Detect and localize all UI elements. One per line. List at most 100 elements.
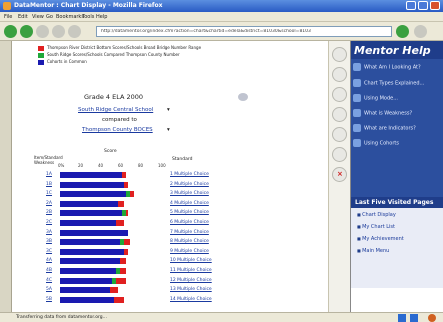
bar-segment bbox=[60, 268, 116, 274]
menu-help[interactable]: Help bbox=[96, 14, 107, 20]
help-item[interactable]: What are Indicators? bbox=[353, 124, 443, 134]
axis-tick-label: 60 bbox=[118, 163, 124, 168]
menu-edit[interactable]: Edit bbox=[18, 14, 28, 20]
item-link[interactable]: 2C bbox=[46, 220, 52, 225]
school-link[interactable]: South Ridge Central School bbox=[78, 107, 153, 113]
cursor-icon bbox=[238, 93, 248, 101]
standard-link[interactable]: 1 Multiple Choice bbox=[170, 172, 209, 177]
standard-link[interactable]: 8 Multiple Choice bbox=[170, 239, 209, 244]
window-title: DataMentor : Chart Display - Mozilla Fir… bbox=[14, 2, 163, 9]
menu-bar: File Edit View Go Bookmarks Tools Help bbox=[0, 12, 443, 22]
legend-swatch bbox=[38, 59, 44, 65]
standard-link[interactable]: 6 Multiple Choice bbox=[170, 220, 209, 225]
bar-segment bbox=[114, 296, 124, 303]
bar-segment bbox=[60, 200, 118, 207]
forward-icon[interactable] bbox=[20, 25, 33, 38]
stop-icon[interactable] bbox=[52, 25, 65, 38]
standard-link[interactable]: 3 Multiple Choice bbox=[170, 191, 209, 196]
tool-button[interactable] bbox=[332, 107, 347, 122]
standard-link[interactable]: 14 Multiple Choice bbox=[170, 297, 212, 302]
axis-top-label: Score bbox=[104, 149, 117, 154]
item-link[interactable]: 4C bbox=[46, 278, 52, 283]
legend-item: Cohorts in Common bbox=[38, 59, 87, 65]
bar-segment bbox=[116, 277, 126, 284]
visited-page-link[interactable]: My Achievement bbox=[357, 236, 404, 242]
help-item[interactable]: What is Weakness? bbox=[353, 109, 443, 119]
help-item[interactable]: What Am I Looking At? bbox=[353, 63, 443, 73]
tool-button[interactable] bbox=[332, 147, 347, 162]
visited-page-link[interactable]: Chart Display bbox=[357, 212, 396, 218]
menu-go[interactable]: Go bbox=[46, 14, 53, 20]
help-icon bbox=[353, 79, 361, 87]
close-button[interactable] bbox=[430, 1, 440, 10]
standard-link[interactable]: 7 Multiple Choice bbox=[170, 230, 209, 235]
axis-tick-label: 20 bbox=[78, 163, 84, 168]
tool-button[interactable] bbox=[332, 47, 347, 62]
standard-link[interactable]: 13 Multiple Choice bbox=[170, 287, 212, 292]
tool-button[interactable] bbox=[332, 127, 347, 142]
compared-to-label: compared to bbox=[102, 117, 137, 123]
item-link[interactable]: 5A bbox=[46, 287, 52, 292]
menu-view[interactable]: View bbox=[32, 14, 44, 20]
minimize-button[interactable] bbox=[406, 1, 416, 10]
school-dropdown-icon[interactable]: ▾ bbox=[167, 107, 170, 113]
item-link[interactable]: 2A bbox=[46, 201, 52, 206]
go-icon[interactable] bbox=[396, 25, 409, 38]
bar-segment bbox=[60, 172, 122, 178]
item-link[interactable]: 3A bbox=[46, 230, 52, 235]
item-link[interactable]: 1C bbox=[46, 191, 52, 196]
status-text: Transferring data from datamentor.org... bbox=[16, 315, 107, 320]
axis-tick-label: 0% bbox=[58, 163, 65, 168]
tool-button[interactable] bbox=[332, 87, 347, 102]
item-link[interactable]: 3C bbox=[46, 249, 52, 254]
help-item[interactable]: Chart Types Explained... bbox=[353, 79, 443, 89]
item-link[interactable]: 1A bbox=[46, 172, 52, 177]
reload-icon[interactable] bbox=[36, 25, 49, 38]
help-item[interactable]: Using Cohorts bbox=[353, 139, 443, 149]
bar-segment bbox=[60, 210, 122, 217]
close-tool-button[interactable]: × bbox=[332, 167, 347, 182]
item-link[interactable]: 1B bbox=[46, 182, 52, 187]
popup-icon bbox=[428, 314, 436, 322]
legend-item: Thompson River District Bottom Scores/Sc… bbox=[38, 45, 201, 51]
standard-link[interactable]: 4 Multiple Choice bbox=[170, 201, 209, 206]
visited-page-link[interactable]: Main Menu bbox=[357, 248, 389, 254]
item-link[interactable]: 4A bbox=[46, 258, 52, 263]
menu-file[interactable]: File bbox=[4, 14, 12, 20]
bar-segment bbox=[124, 181, 128, 188]
county-dropdown-icon[interactable]: ▾ bbox=[167, 127, 170, 133]
sidebar-gutter bbox=[0, 41, 12, 312]
url-bar[interactable]: http://datamentor.org/index.cfm?action=c… bbox=[96, 26, 392, 37]
document-area: Thompson River District Bottom Scores/Sc… bbox=[12, 41, 328, 312]
search-icon[interactable] bbox=[414, 25, 427, 38]
bar-segment bbox=[120, 258, 126, 265]
back-icon[interactable] bbox=[4, 25, 17, 38]
help-icon bbox=[353, 109, 361, 117]
item-link[interactable]: 3B bbox=[46, 239, 52, 244]
menu-bookmarks[interactable]: Bookmarks bbox=[56, 14, 84, 20]
bar-segment bbox=[60, 229, 128, 236]
download-icon bbox=[410, 314, 418, 322]
help-item[interactable]: Using Mode... bbox=[353, 94, 443, 104]
column-header-left: Item/Standard Weakness bbox=[34, 155, 63, 165]
item-link[interactable]: 5B bbox=[46, 297, 52, 302]
tool-pane: × bbox=[328, 41, 350, 312]
visited-page-link[interactable]: My Chart List bbox=[357, 224, 395, 230]
standard-link[interactable]: 11 Multiple Choice bbox=[170, 268, 212, 273]
standard-link[interactable]: 2 Multiple Choice bbox=[170, 182, 209, 187]
tool-button[interactable] bbox=[332, 67, 347, 82]
help-topic-list: What Am I Looking At? Chart Types Explai… bbox=[351, 59, 443, 197]
standard-link[interactable]: 12 Multiple Choice bbox=[170, 278, 212, 283]
standard-link[interactable]: 9 Multiple Choice bbox=[170, 249, 209, 254]
menu-tools[interactable]: Tools bbox=[82, 14, 94, 20]
help-icon bbox=[353, 94, 361, 102]
item-link[interactable]: 2B bbox=[46, 210, 52, 215]
item-link[interactable]: 4B bbox=[46, 268, 52, 273]
standard-link[interactable]: 5 Multiple Choice bbox=[170, 210, 209, 215]
maximize-button[interactable] bbox=[418, 1, 428, 10]
bar-segment bbox=[60, 239, 120, 246]
county-link[interactable]: Thompson County BOCES bbox=[82, 127, 153, 133]
bar-segment bbox=[130, 191, 134, 198]
home-icon[interactable] bbox=[68, 25, 81, 38]
standard-link[interactable]: 10 Multiple Choice bbox=[170, 258, 212, 263]
